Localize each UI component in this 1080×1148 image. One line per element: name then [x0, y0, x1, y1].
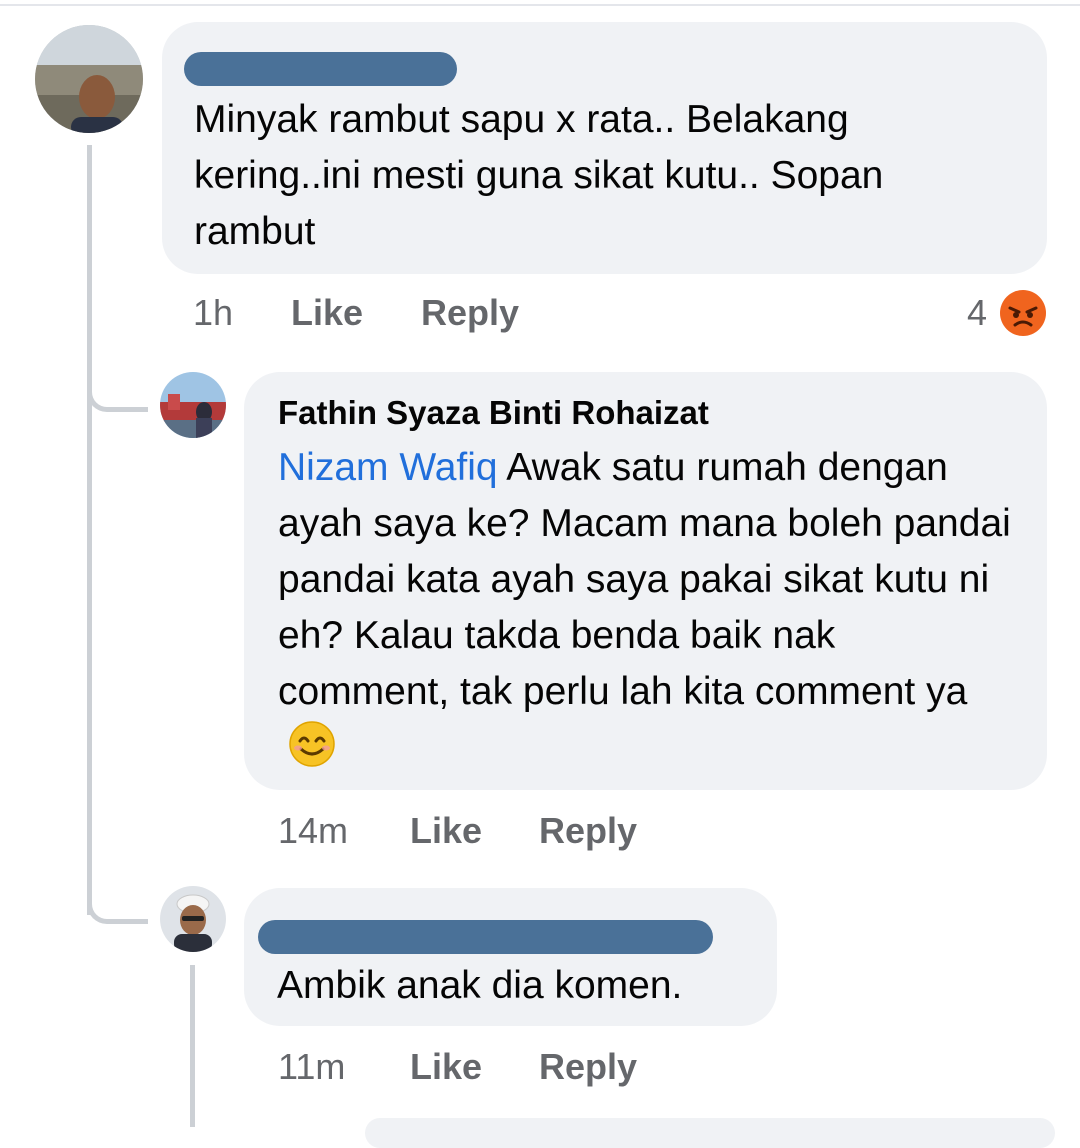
thread-branch: [87, 889, 148, 924]
reaction-count[interactable]: 4: [967, 292, 987, 334]
angry-face-icon[interactable]: [998, 288, 1048, 338]
comment-bubble-partial: [365, 1118, 1055, 1148]
comment-text: Minyak rambut sapu x rata.. Belakang ker…: [194, 98, 884, 253]
like-button[interactable]: Like: [410, 1046, 482, 1088]
comment-author[interactable]: Fathin Syaza Binti Rohaizat: [278, 394, 709, 432]
redacted-author-name: [258, 920, 713, 954]
like-button[interactable]: Like: [410, 810, 482, 852]
reply-button[interactable]: Reply: [539, 810, 637, 852]
comment-time[interactable]: 11m: [278, 1046, 345, 1088]
comment-bubble: Minyak rambut sapu x rata.. Belakang ker…: [162, 22, 1047, 274]
comment-bubble: Fathin Syaza Binti Rohaizat Nizam Wafiq …: [244, 372, 1047, 790]
redacted-author-name: [184, 52, 457, 86]
thread-line: [87, 145, 92, 915]
comment-text: Nizam Wafiq Awak satu rumah dengan ayah …: [278, 440, 1013, 784]
smiling-face-icon: [288, 720, 336, 784]
comment-bubble: Ambik anak dia komen.: [244, 888, 777, 1026]
comment-time[interactable]: 14m: [278, 810, 348, 852]
comment-actions: 1h Like Reply: [193, 292, 1053, 336]
comment-actions: 11m Like Reply: [278, 1046, 1038, 1090]
like-button[interactable]: Like: [291, 292, 363, 334]
avatar[interactable]: [35, 25, 143, 133]
avatar-photo-icon: [35, 25, 143, 133]
top-divider: [0, 4, 1080, 6]
avatar-photo-icon: [160, 372, 226, 438]
comment-actions: 14m Like Reply: [278, 810, 1038, 854]
mention-link[interactable]: Nizam Wafiq: [278, 446, 498, 489]
comment-text: Ambik anak dia komen.: [277, 964, 683, 1007]
thread-branch: [87, 377, 148, 412]
reply-button[interactable]: Reply: [421, 292, 519, 334]
avatar[interactable]: [160, 372, 226, 438]
avatar-photo-icon: [160, 886, 226, 952]
thread-line: [190, 965, 195, 1127]
comment-time[interactable]: 1h: [193, 292, 233, 334]
reply-button[interactable]: Reply: [539, 1046, 637, 1088]
avatar[interactable]: [160, 886, 226, 952]
